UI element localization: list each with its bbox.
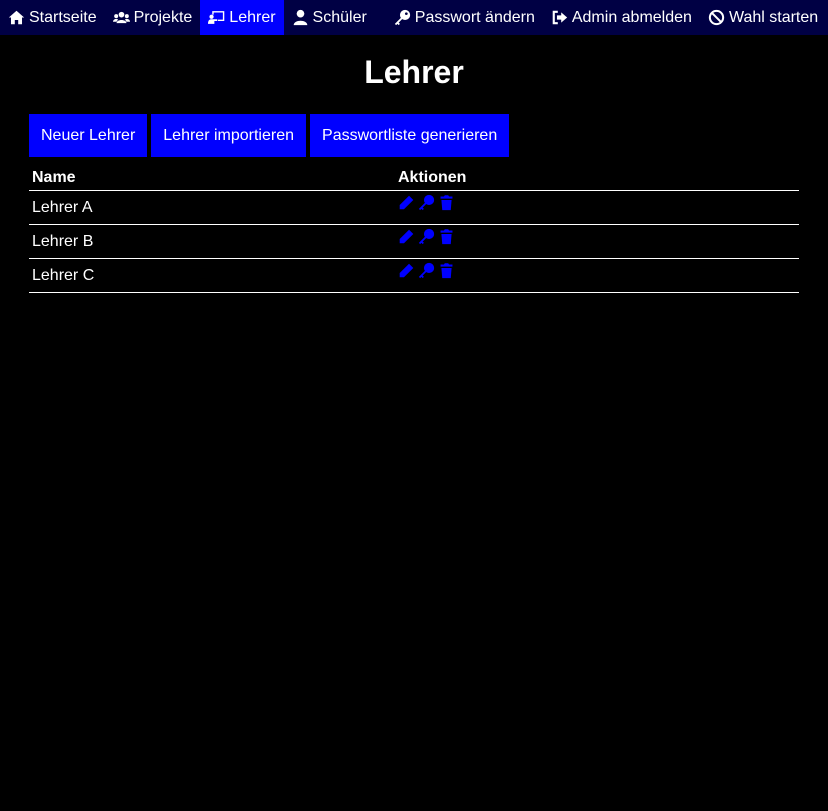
new-teacher-button[interactable]: Neuer Lehrer bbox=[29, 114, 148, 157]
nav-item-label: Startseite bbox=[29, 8, 97, 26]
row-actions bbox=[395, 190, 799, 225]
nav-item-lehrer[interactable]: Lehrer bbox=[200, 0, 284, 35]
page-title: Lehrer bbox=[364, 54, 464, 90]
nav-item-label: Projekte bbox=[133, 8, 193, 26]
trash-icon[interactable] bbox=[438, 262, 455, 279]
table-row: Lehrer A bbox=[29, 190, 799, 225]
teacher-name: Lehrer A bbox=[29, 190, 395, 225]
key-icon bbox=[394, 9, 410, 26]
nav-item-admin-abmelden[interactable]: Admin abmelden bbox=[543, 0, 700, 35]
table-header-row: Name Aktionen bbox=[29, 166, 799, 191]
key-icon[interactable] bbox=[418, 228, 435, 245]
row-actions bbox=[395, 258, 799, 293]
import-teachers-button[interactable]: Lehrer importieren bbox=[151, 114, 307, 157]
key-icon[interactable] bbox=[418, 262, 435, 279]
home-icon bbox=[8, 10, 25, 25]
chalkboard-teacher-icon bbox=[208, 11, 225, 24]
table-row: Lehrer B bbox=[29, 224, 799, 259]
action-toolbar: Neuer Lehrer Lehrer importieren Passwort… bbox=[29, 114, 510, 157]
edit-pencil-icon[interactable] bbox=[398, 228, 415, 245]
key-icon[interactable] bbox=[418, 194, 435, 211]
ban-icon bbox=[708, 9, 725, 26]
users-icon bbox=[112, 11, 130, 24]
nav-item-wahl-starten[interactable]: Wahl starten bbox=[700, 0, 826, 35]
nav-item-passwort-aendern[interactable]: Passwort ändern bbox=[386, 0, 543, 35]
trash-icon[interactable] bbox=[438, 194, 455, 211]
column-header-name: Name bbox=[29, 166, 395, 191]
nav-item-label: Wahl starten bbox=[728, 8, 819, 26]
nav-item-startseite[interactable]: Startseite bbox=[0, 0, 105, 35]
nav-item-projekte[interactable]: Projekte bbox=[105, 0, 201, 35]
nav-item-label: Lehrer bbox=[229, 8, 276, 26]
generate-password-list-button[interactable]: Passwortliste generieren bbox=[310, 114, 510, 157]
table-row: Lehrer C bbox=[29, 258, 799, 293]
nav-item-label: Admin abmelden bbox=[571, 8, 692, 26]
teacher-name: Lehrer C bbox=[29, 258, 395, 293]
nav-item-label: Passwort ändern bbox=[414, 8, 535, 26]
top-navbar: Startseite Projekte Lehrer Schüler Passw… bbox=[0, 0, 828, 35]
trash-icon[interactable] bbox=[438, 228, 455, 245]
teacher-name: Lehrer B bbox=[29, 224, 395, 259]
edit-pencil-icon[interactable] bbox=[398, 262, 415, 279]
nav-item-schueler[interactable]: Schüler bbox=[284, 0, 375, 35]
column-header-actions: Aktionen bbox=[395, 166, 799, 191]
edit-pencil-icon[interactable] bbox=[398, 194, 415, 211]
user-icon bbox=[293, 9, 307, 26]
teachers-table: Name Aktionen Lehrer A Lehrer B Lehrer C bbox=[29, 166, 799, 293]
sign-out-icon bbox=[552, 10, 568, 25]
nav-item-label: Schüler bbox=[312, 8, 367, 26]
row-actions bbox=[395, 224, 799, 259]
